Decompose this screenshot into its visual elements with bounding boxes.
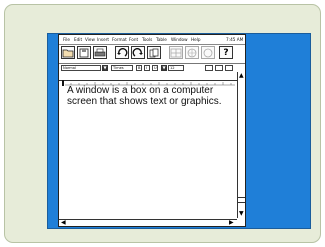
italic-button[interactable]: I (144, 65, 150, 71)
vertical-scrollbar[interactable]: ▲ ▼ (237, 72, 245, 218)
menu-table[interactable]: Table (156, 35, 167, 44)
toolbar: ? (59, 45, 245, 61)
menu-bar: File Edit View Insert Format Font Tools … (59, 35, 245, 45)
save-icon (79, 48, 89, 57)
menu-view[interactable]: View (85, 35, 95, 44)
underline-button[interactable]: U (152, 65, 158, 71)
redo-button[interactable] (131, 46, 145, 59)
table-button[interactable] (169, 46, 183, 59)
help-icon: ? (223, 47, 229, 58)
undo-icon (117, 47, 128, 57)
bold-button[interactable]: B (136, 65, 142, 71)
open-button[interactable] (61, 46, 75, 59)
menu-insert[interactable]: Insert (97, 35, 109, 44)
print-icon (94, 48, 106, 56)
copy-icon (149, 48, 159, 57)
menubar-clock: 7:45 AM (226, 37, 244, 42)
globe-icon (187, 48, 197, 57)
save-button[interactable] (77, 46, 91, 59)
font-size-select[interactable]: 12 (168, 65, 184, 71)
draw-button[interactable] (201, 46, 215, 59)
illustration-frame: File Edit View Insert Format Font Tools … (4, 4, 321, 243)
ruler (59, 72, 245, 86)
menu-window[interactable]: Window (171, 35, 188, 44)
copy-button[interactable] (147, 46, 161, 59)
redo-icon (132, 47, 143, 57)
align-center-button[interactable] (215, 65, 223, 71)
draw-icon (203, 48, 213, 57)
horizontal-scrollbar[interactable]: ◀ ▶ (59, 219, 237, 226)
word-processor-window: File Edit View Insert Format Font Tools … (58, 34, 246, 227)
menu-file[interactable]: File (63, 35, 70, 44)
style-select[interactable]: Normal (61, 65, 101, 71)
menu-tools[interactable]: Tools (142, 35, 152, 44)
document-text[interactable]: A window is a box on a computer screen t… (67, 85, 237, 107)
align-left-button[interactable] (205, 65, 213, 71)
scroll-up-arrow-icon[interactable]: ▲ (239, 73, 244, 79)
menu-help[interactable]: Help (191, 35, 201, 44)
font-select[interactable]: Times (111, 65, 133, 71)
style-dropdown-arrow-icon[interactable]: ▼ (102, 65, 108, 71)
undo-button[interactable] (115, 46, 129, 59)
print-button[interactable] (93, 46, 107, 59)
align-right-button[interactable] (225, 65, 233, 71)
size-dropdown-arrow-icon[interactable]: ▼ (161, 65, 167, 71)
help-button[interactable]: ? (219, 46, 233, 59)
table-icon (170, 48, 182, 57)
menu-edit[interactable]: Edit (74, 35, 82, 44)
folder-icon (62, 49, 74, 57)
scroll-thumb[interactable] (238, 197, 245, 203)
globe-button[interactable] (185, 46, 199, 59)
scroll-down-arrow-icon[interactable]: ▼ (239, 211, 244, 217)
scroll-left-arrow-icon[interactable]: ◀ (61, 220, 66, 226)
scroll-right-arrow-icon[interactable]: ▶ (229, 220, 234, 226)
menu-font[interactable]: Font (129, 35, 138, 44)
menu-format[interactable]: Format (112, 35, 127, 44)
